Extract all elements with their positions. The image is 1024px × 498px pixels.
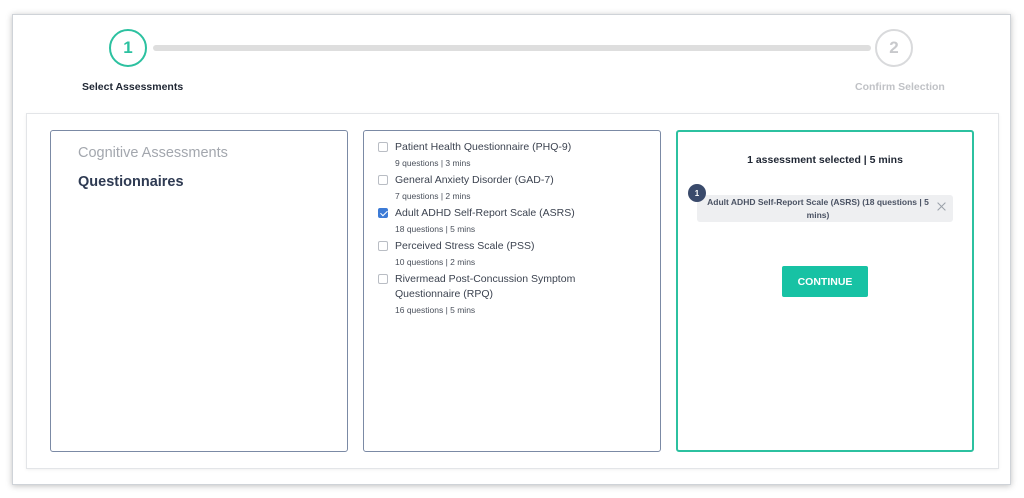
checkbox-checked[interactable] [378,208,388,218]
assessment-item-pss[interactable]: Perceived Stress Scale (PSS) 10 question… [378,239,648,267]
assessment-meta: 7 questions | 2 mins [395,191,471,201]
assessment-meta: 9 questions | 3 mins [395,158,471,168]
step-1-indicator[interactable]: 1 [109,29,147,67]
continue-button[interactable]: CONTINUE [782,266,868,297]
assessment-meta: 16 questions | 5 mins [395,305,476,315]
selection-order-badge: 1 [688,184,706,202]
assessment-item-gad7[interactable]: General Anxiety Disorder (GAD-7) 7 quest… [378,173,648,201]
content-frame: Cognitive Assessments Questionnaires Pat… [26,113,999,469]
step-2-indicator[interactable]: 2 [875,29,913,67]
step-1-label: Select Assessments [82,81,184,93]
app-window: 1 2 Select Assessments Confirm Selection… [12,14,1011,485]
assessment-name: Rivermead Post-Concussion Symptom Questi… [395,273,576,300]
checkbox[interactable] [378,274,388,284]
checkbox[interactable] [378,241,388,251]
selected-assessment-label: Adult ADHD Self-Report Scale (ASRS) (18 … [707,197,929,220]
category-cognitive-assessments[interactable]: Cognitive Assessments [78,145,228,161]
category-panel: Cognitive Assessments Questionnaires [50,130,348,452]
assessment-item-rpq[interactable]: Rivermead Post-Concussion Symptom Questi… [378,272,588,315]
selected-assessment-chip: Adult ADHD Self-Report Scale (ASRS) (18 … [697,195,953,222]
assessment-item-phq9[interactable]: Patient Health Questionnaire (PHQ-9) 9 q… [378,140,648,168]
checkbox[interactable] [378,175,388,185]
assessment-meta: 18 questions | 5 mins [395,224,476,234]
category-questionnaires[interactable]: Questionnaires [78,174,184,190]
assessment-name: Adult ADHD Self-Report Scale (ASRS) [395,207,575,219]
selection-summary-panel: 1 assessment selected | 5 mins Adult ADH… [676,130,974,452]
assessment-name: Perceived Stress Scale (PSS) [395,240,535,252]
assessment-list-panel: Patient Health Questionnaire (PHQ-9) 9 q… [363,130,661,452]
selection-summary-heading: 1 assessment selected | 5 mins [747,154,903,166]
checkbox[interactable] [378,142,388,152]
step-2-label: Confirm Selection [855,81,945,93]
assessment-name: Patient Health Questionnaire (PHQ-9) [395,141,572,153]
stepper-track [153,45,871,51]
assessment-name: General Anxiety Disorder (GAD-7) [395,174,554,186]
close-icon[interactable] [936,201,947,212]
assessment-item-asrs[interactable]: Adult ADHD Self-Report Scale (ASRS) 18 q… [378,206,648,234]
assessment-meta: 10 questions | 2 mins [395,257,476,267]
